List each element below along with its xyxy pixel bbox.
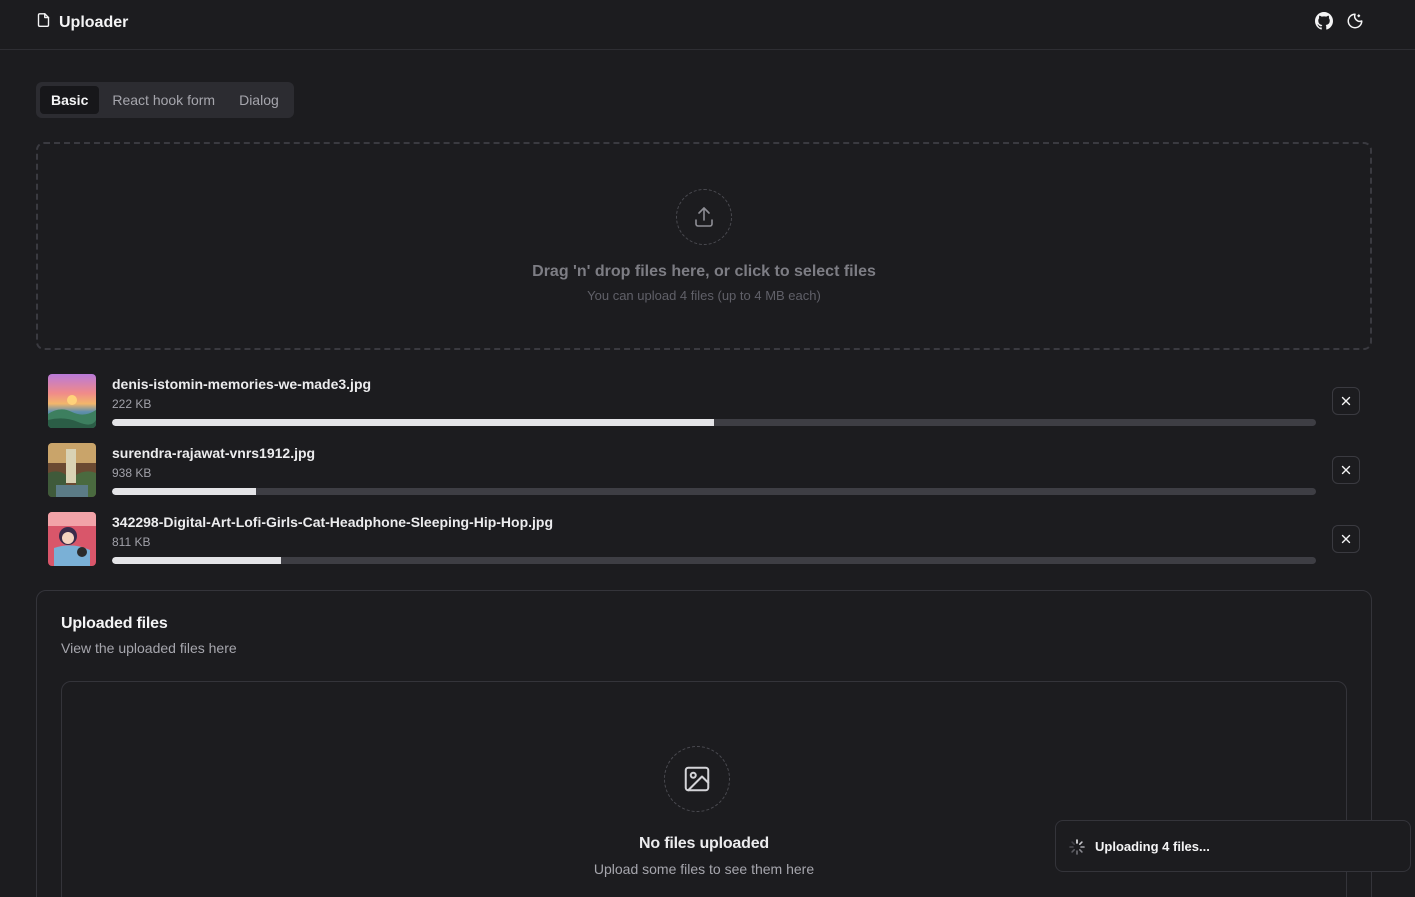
file-row: 342298-Digital-Art-Lofi-Girls-Cat-Headph… [48,512,1361,566]
upload-progress-fill [112,557,281,564]
close-icon [1341,396,1351,406]
file-size: 222 KB [112,397,152,411]
file-name: surendra-rajawat-vnrs1912.jpg [112,445,316,461]
upload-progress-fill [112,488,257,495]
close-icon [1341,465,1351,475]
card-title: Uploaded files [61,615,168,632]
image-icon [664,746,730,812]
upload-progress-bar [112,488,1316,495]
file-row: surendra-rajawat-vnrs1912.jpg 938 KB [48,443,1361,497]
upload-icon [676,189,732,245]
file-dropzone[interactable]: Drag 'n' drop files here, or click to se… [36,142,1372,350]
remove-file-button[interactable] [1332,387,1360,415]
tab-list: Basic React hook form Dialog [36,82,294,118]
brand-link[interactable]: Uploader [36,12,128,33]
file-name: denis-istomin-memories-we-made3.jpg [112,376,372,392]
tab-dialog[interactable]: Dialog [228,86,290,114]
tab-react-hook-form[interactable]: React hook form [101,86,226,114]
file-size: 938 KB [112,466,152,480]
card-description: View the uploaded files here [61,640,237,656]
upload-progress-bar [112,557,1316,564]
tab-basic[interactable]: Basic [40,86,100,114]
close-icon [1341,534,1351,544]
upload-toast: Uploading 4 files... [1055,820,1411,872]
github-icon[interactable] [1315,12,1333,30]
file-thumbnail [48,374,96,428]
dropzone-title: Drag 'n' drop files here, or click to se… [532,263,876,280]
upload-progress-fill [112,419,714,426]
theme-toggle-icon[interactable] [1346,12,1364,30]
file-name: 342298-Digital-Art-Lofi-Girls-Cat-Headph… [112,514,554,530]
app-header: Uploader [0,0,1415,50]
spinner-icon [1069,839,1085,855]
remove-file-button[interactable] [1332,525,1360,553]
file-row: denis-istomin-memories-we-made3.jpg 222 … [48,374,1361,428]
file-thumbnail [48,512,96,566]
remove-file-button[interactable] [1332,456,1360,484]
file-thumbnail [48,443,96,497]
app-title: Uploader [59,13,129,31]
upload-progress-bar [112,419,1316,426]
toast-message: Uploading 4 files... [1095,839,1210,854]
dropzone-subtitle: You can upload 4 files (up to 4 MB each) [587,288,821,303]
file-icon [36,12,51,33]
file-size: 811 KB [112,535,151,549]
